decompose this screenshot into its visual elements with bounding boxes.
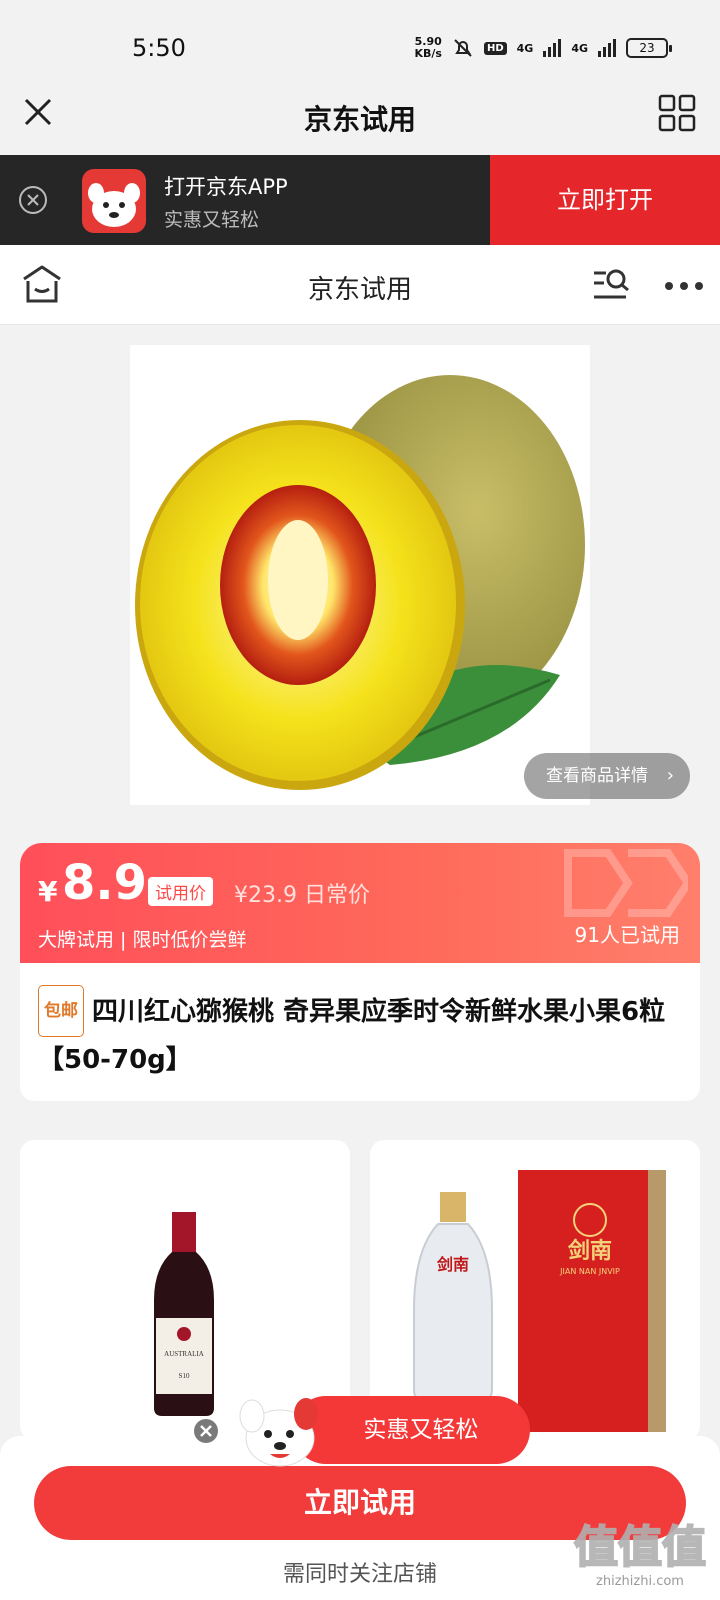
product-image[interactable] (130, 345, 590, 805)
status-bar: 5:50 5.90 KB/s HD 4G 4G 23 (0, 0, 720, 82)
jd-mascot-icon (239, 1398, 318, 1467)
search-list-icon[interactable] (592, 267, 632, 303)
watermark-domain: zhizhizhi.com (596, 1574, 684, 1589)
status-time: 5:50 (132, 34, 186, 62)
svg-text:JIAN NAN JNVIP: JIAN NAN JNVIP (559, 1267, 620, 1276)
network-speed: 5.90 KB/s (414, 35, 442, 60)
watermark-logo: 值值值 (573, 1521, 707, 1574)
view-details-label: 查看商品详情 (546, 766, 648, 786)
banner-subtitle: 实惠又轻松 (164, 209, 260, 231)
svg-text:剑南: 剑南 (436, 1255, 469, 1274)
mute-bell-icon (454, 39, 472, 57)
page-header: 京东试用 (0, 245, 720, 325)
trial-price: 8.9 (62, 855, 148, 911)
product-name: 包邮 四川红心猕猴桃 奇异果应季时令新鲜水果小果6粒【50-70g】 (38, 985, 682, 1083)
nav-title: 京东试用 (303, 103, 416, 136)
status-indicators: 5.90 KB/s HD 4G 4G 23 (414, 35, 672, 60)
baijiu-bottle-image: 剑南 JIAN NAN JNVIP 剑南 (413, 1170, 666, 1432)
promo-slogan: 大牌试用 | 限时低价尝鲜 (38, 929, 247, 951)
hd-badge: HD (483, 41, 507, 55)
open-app-button[interactable]: 立即打开 (490, 155, 720, 245)
open-app-banner: 打开京东APP 实惠又轻松 立即打开 (0, 155, 720, 245)
promo-label: 实惠又轻松 (292, 1396, 530, 1464)
currency-symbol: ¥ (38, 875, 58, 908)
network-type-1: 4G (516, 41, 534, 55)
price-card: ¥ 8.9 试用价 ¥23.9 日常价 大牌试用 | 限时低价尝鲜 91人已试用 (20, 843, 700, 963)
free-shipping-badge: 包邮 (38, 985, 84, 1037)
product-name-card: 包邮 四川红心猕猴桃 奇异果应季时令新鲜水果小果6粒【50-70g】 (20, 963, 700, 1101)
banner-title: 打开京东APP (164, 175, 288, 199)
svg-text:S10: S10 (179, 1372, 190, 1380)
recommend-card-baijiu[interactable]: 剑南 JIAN NAN JNVIP 剑南 (370, 1140, 700, 1440)
network-type-2: 4G (571, 41, 588, 55)
floating-promo[interactable]: 实惠又轻松 (230, 1396, 530, 1467)
signal-icon (543, 39, 562, 57)
top-nav: 京东试用 (0, 82, 720, 154)
signal-icon-2 (598, 39, 616, 57)
trial-price-tag: 试用价 (148, 877, 213, 906)
more-options-icon[interactable] (664, 281, 704, 291)
watermark: 值值值 zhizhizhi.com (570, 1521, 710, 1592)
jd-app-logo (82, 169, 146, 233)
svg-text:剑南: 剑南 (567, 1238, 612, 1264)
battery-icon: 23 (626, 38, 672, 58)
grid-menu-icon[interactable] (658, 94, 696, 132)
regular-price: ¥23.9 日常价 (234, 883, 370, 908)
svg-text:AUSTRALIA: AUSTRALIA (164, 1350, 204, 1358)
promo-close-icon[interactable] (193, 1418, 219, 1444)
chevron-right-icon: › (666, 765, 674, 786)
tried-count: 91人已试用 (574, 923, 680, 947)
dismiss-banner-icon[interactable] (18, 185, 48, 215)
view-details-button[interactable]: 查看商品详情 › (524, 753, 690, 799)
